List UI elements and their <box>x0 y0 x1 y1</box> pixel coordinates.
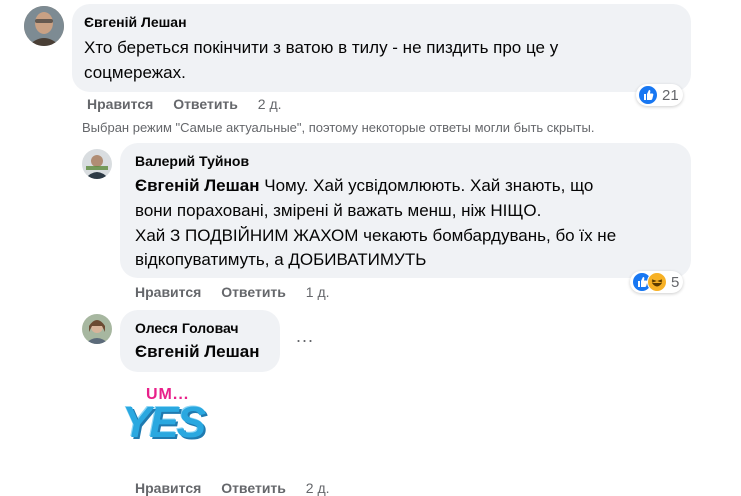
reaction-count: 5 <box>671 273 680 291</box>
comment-text: Чому. Хай усвідомлюють. Хай знають, що <box>259 176 594 195</box>
mention-link[interactable]: Євгеній Лешан <box>135 176 260 195</box>
comment-text-line: Хай З ПОДВІЙНИМ ЖАХОМ чекають бомбардува… <box>135 226 617 245</box>
sticker-um-yes: UM... YES <box>122 386 218 456</box>
more-options-icon[interactable]: ... <box>296 326 314 347</box>
comment-actions: Нравится Ответить 1 д. <box>135 284 346 300</box>
reply-button[interactable]: Ответить <box>173 96 238 112</box>
avatar-olesya[interactable] <box>82 314 112 344</box>
comment-bubble-3: Олеся Головач Євгеній Лешан <box>120 310 280 372</box>
comment-bubble-1: Євгеній Лешан Хто береться покінчити з в… <box>72 4 691 92</box>
like-button[interactable]: Нравится <box>87 96 153 112</box>
reaction-summary[interactable]: 21 <box>636 84 683 106</box>
timestamp[interactable]: 2 д. <box>306 480 330 496</box>
reaction-count: 21 <box>662 86 679 104</box>
avatar-photo-icon <box>82 149 112 179</box>
comment-text-line: відкопуватимуть, а ДОБИВАТИМУТЬ <box>135 250 427 269</box>
comment-text-line: Хто береться покінчити з ватою в тилу - … <box>84 38 559 57</box>
haha-icon <box>647 272 667 292</box>
mention-link[interactable]: Євгеній Лешан <box>135 342 260 362</box>
comment-bubble-2: Валерий Туйнов Євгеній Лешан Чому. Хай у… <box>120 143 691 278</box>
comment-author[interactable]: Олеся Головач <box>135 320 239 336</box>
sticker-main-text: YES <box>122 398 206 447</box>
comment-actions: Нравится Ответить 2 д. <box>135 480 346 496</box>
avatar-evgenii[interactable] <box>24 6 64 46</box>
comment-author[interactable]: Валерий Туйнов <box>135 153 249 169</box>
like-button[interactable]: Нравится <box>135 284 201 300</box>
reply-button[interactable]: Ответить <box>221 284 286 300</box>
reaction-summary[interactable]: 5 <box>630 271 684 293</box>
avatar-photo-icon <box>82 314 112 344</box>
like-button[interactable]: Нравится <box>135 480 201 496</box>
avatar-photo-icon <box>24 6 64 46</box>
timestamp[interactable]: 1 д. <box>306 284 330 300</box>
comment-text-line: вони пораховані, змірені й важать менш, … <box>135 201 542 220</box>
filter-notice: Выбран режим "Самые актуальные", поэтому… <box>82 120 595 135</box>
avatar-valeriy[interactable] <box>82 149 112 179</box>
comment-author[interactable]: Євгеній Лешан <box>84 14 187 30</box>
comment-text-line: соцмережах. <box>84 63 186 82</box>
like-icon <box>638 85 658 105</box>
reply-button[interactable]: Ответить <box>221 480 286 496</box>
comment-text-line: Євгеній Лешан Чому. Хай усвідомлюють. Ха… <box>135 176 593 196</box>
comment-actions: Нравится Ответить 2 д. <box>87 96 298 112</box>
timestamp[interactable]: 2 д. <box>258 96 282 112</box>
